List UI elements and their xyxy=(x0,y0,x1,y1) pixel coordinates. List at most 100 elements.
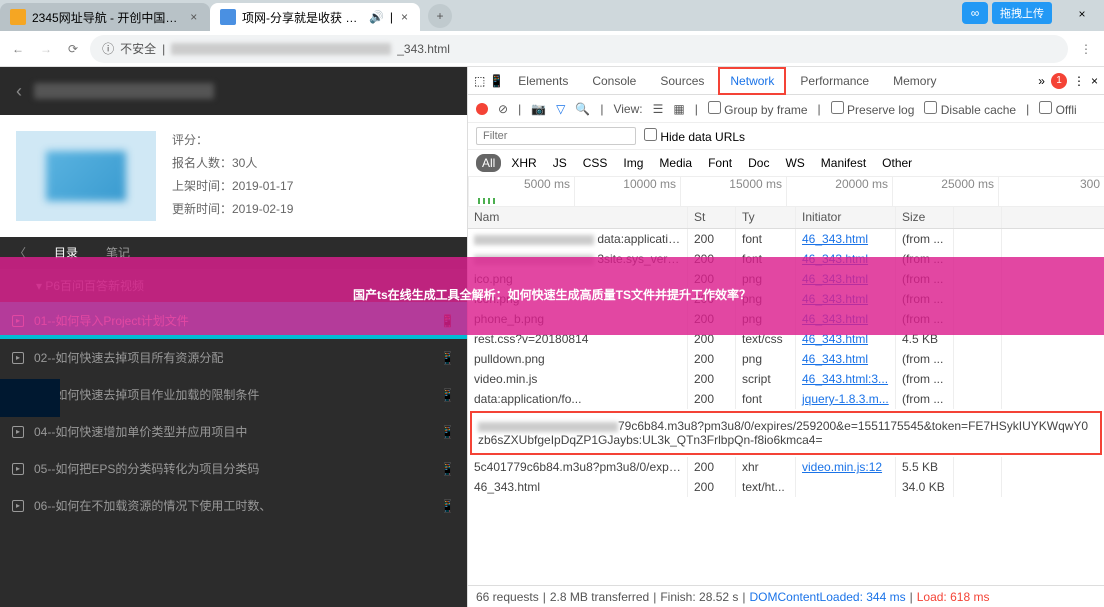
close-window-button[interactable]: × xyxy=(1060,0,1104,28)
lesson-item[interactable]: ▸06--如何在不加载资源的情况下使用工时数、📱 xyxy=(0,487,467,524)
type-media[interactable]: Media xyxy=(653,154,698,172)
record-button[interactable] xyxy=(476,103,488,115)
devtools-panel: ⬚ 📱 Elements Console Sources Network Per… xyxy=(467,67,1104,607)
devtools-close-icon[interactable]: × xyxy=(1091,74,1098,88)
new-tab-button[interactable]: + xyxy=(428,4,452,28)
tab-network[interactable]: Network xyxy=(718,67,786,95)
type-js[interactable]: JS xyxy=(547,154,573,172)
preserve-checkbox[interactable]: Preserve log xyxy=(831,101,915,117)
cloud-icon: ∞ xyxy=(962,2,988,24)
disable-cache-checkbox[interactable]: Disable cache xyxy=(924,101,1016,117)
phone-icon: 📱 xyxy=(440,462,455,476)
offline-checkbox[interactable]: Offli xyxy=(1039,101,1076,117)
address-bar[interactable]: ⓘ 不安全 | _343.html xyxy=(90,35,1068,63)
tab-performance[interactable]: Performance xyxy=(790,69,879,93)
type-doc[interactable]: Doc xyxy=(742,154,775,172)
table-header: NamStTyInitiatorSize xyxy=(468,207,1104,229)
type-other[interactable]: Other xyxy=(876,154,918,172)
devtools-menu-icon[interactable]: ⋮ xyxy=(1073,74,1085,88)
browser-titlebar: 2345网址导航 - 开创中国百年品 × 项网-分享就是收获 — 一起分 🔊 |… xyxy=(0,0,1104,31)
rating-label: 评分： xyxy=(172,131,293,148)
camera-icon[interactable]: 📷 xyxy=(531,102,546,116)
reload-button[interactable]: ⟳ xyxy=(64,38,82,60)
overlay-banner: 国产ts在线生成工具全解析：如何快速生成高质量TS文件并提升工作效率？ xyxy=(0,257,1104,335)
window-controls: × xyxy=(1060,0,1104,28)
error-badge[interactable]: 1 xyxy=(1051,73,1067,89)
tab-memory[interactable]: Memory xyxy=(883,69,946,93)
type-manifest[interactable]: Manifest xyxy=(815,154,872,172)
table-row[interactable]: data:application/x-...200font46_343.html… xyxy=(468,229,1104,249)
close-icon[interactable]: × xyxy=(188,10,200,24)
filter-input[interactable] xyxy=(476,127,636,145)
close-icon[interactable]: × xyxy=(399,10,410,24)
course-title-blurred xyxy=(34,83,214,99)
phone-icon: 📱 xyxy=(440,425,455,439)
tab-title: 项网-分享就是收获 — 一起分 xyxy=(242,9,363,26)
browser-tab[interactable]: 项网-分享就是收获 — 一起分 🔊 | × xyxy=(210,3,420,31)
view-label: View: xyxy=(613,102,642,116)
info-icon[interactable]: ⓘ xyxy=(102,40,114,57)
type-ws[interactable]: WS xyxy=(779,154,810,172)
url-blurred xyxy=(171,43,391,55)
finish-time: Finish: 28.52 s xyxy=(660,590,738,604)
forward-button[interactable]: → xyxy=(36,38,56,60)
type-filter-row: All XHR JS CSS Img Media Font Doc WS Man… xyxy=(468,150,1104,177)
table-row[interactable]: data:application/fo...200fontjquery-1.8.… xyxy=(468,389,1104,409)
type-font[interactable]: Font xyxy=(702,154,738,172)
listed-date: 上架时间：2019-01-17 xyxy=(172,177,293,194)
table-row[interactable]: pulldown.png200png46_343.html(from ... xyxy=(468,349,1104,369)
device-icon[interactable]: 📱 xyxy=(489,74,504,88)
play-icon: ▸ xyxy=(12,500,24,512)
network-status-bar: 66 requests| 2.8 MB transferred| Finish:… xyxy=(468,585,1104,607)
more-tabs-button[interactable]: » xyxy=(1038,74,1045,88)
play-icon: ▸ xyxy=(12,352,24,364)
favicon xyxy=(220,9,236,25)
updated-date: 更新时间：2019-02-19 xyxy=(172,200,293,217)
upload-widget[interactable]: ∞ 拖拽上传 xyxy=(962,2,1052,24)
filter-icon[interactable]: ▽ xyxy=(556,102,565,116)
browser-toolbar: ← → ⟳ ⓘ 不安全 | _343.html ⋮ xyxy=(0,31,1104,67)
lesson-item[interactable]: ▸05--如何把EPS的分类码转化为项目分类码📱 xyxy=(0,450,467,487)
type-all[interactable]: All xyxy=(476,154,501,172)
tab-console[interactable]: Console xyxy=(582,69,646,93)
tab-title: 2345网址导航 - 开创中国百年品 xyxy=(32,9,182,26)
back-button[interactable]: ← xyxy=(8,38,28,60)
lesson-item[interactable]: ▸04--如何快速增加单价类型并应用项目中📱 xyxy=(0,413,467,450)
type-img[interactable]: Img xyxy=(617,154,649,172)
upload-label: 拖拽上传 xyxy=(992,2,1052,24)
hide-data-checkbox[interactable]: Hide data URLs xyxy=(644,128,745,144)
url-suffix: _343.html xyxy=(397,42,450,56)
mini-thumbnail[interactable] xyxy=(0,379,60,417)
play-icon: ▸ xyxy=(12,463,24,475)
group-checkbox[interactable]: Group by frame xyxy=(708,101,808,117)
favicon xyxy=(10,9,26,25)
phone-icon: 📱 xyxy=(440,351,455,365)
timeline[interactable]: 5000 ms 10000 ms 15000 ms 20000 ms 25000… xyxy=(468,177,1104,207)
tab-elements[interactable]: Elements xyxy=(508,69,578,93)
type-xhr[interactable]: XHR xyxy=(505,154,542,172)
back-arrow-icon[interactable]: ‹ xyxy=(16,81,22,102)
table-row[interactable]: 46_343.html200text/ht...34.0 KB xyxy=(468,477,1104,497)
dom-loaded-time: DOMContentLoaded: 344 ms xyxy=(750,590,906,604)
view-large-icon[interactable]: ▦ xyxy=(673,102,684,116)
browser-tab[interactable]: 2345网址导航 - 开创中国百年品 × xyxy=(0,3,210,31)
sound-icon[interactable]: 🔊 xyxy=(369,10,384,24)
table-row[interactable]: video.min.js200script46_343.html:3...(fr… xyxy=(468,369,1104,389)
lesson-item[interactable]: ▸02--如何快速去掉项目所有资源分配📱 xyxy=(0,339,467,376)
clear-button[interactable]: ⊘ xyxy=(498,102,508,116)
search-icon[interactable]: 🔍 xyxy=(575,102,590,116)
view-list-icon[interactable]: ☰ xyxy=(653,102,664,116)
lesson-item[interactable]: ▸03--如何快速去掉项目作业加载的限制条件📱 xyxy=(0,376,467,413)
transfer-size: 2.8 MB transferred xyxy=(550,590,649,604)
filter-row: Hide data URLs xyxy=(468,123,1104,150)
course-thumbnail[interactable] xyxy=(16,131,156,221)
tab-sources[interactable]: Sources xyxy=(650,69,714,93)
selected-request[interactable]: 79c6b84.m3u8?pm3u8/0/expires/259200&e=15… xyxy=(470,411,1102,455)
load-time: Load: 618 ms xyxy=(917,590,990,604)
security-warning: 不安全 xyxy=(120,40,156,57)
menu-button[interactable]: ⋮ xyxy=(1076,38,1096,60)
table-row[interactable]: 5c401779c6b84.m3u8?pm3u8/0/expir...200xh… xyxy=(468,457,1104,477)
type-css[interactable]: CSS xyxy=(577,154,614,172)
inspect-icon[interactable]: ⬚ xyxy=(474,74,485,88)
course-info: 评分： 报名人数：30人 上架时间：2019-01-17 更新时间：2019-0… xyxy=(0,115,467,237)
